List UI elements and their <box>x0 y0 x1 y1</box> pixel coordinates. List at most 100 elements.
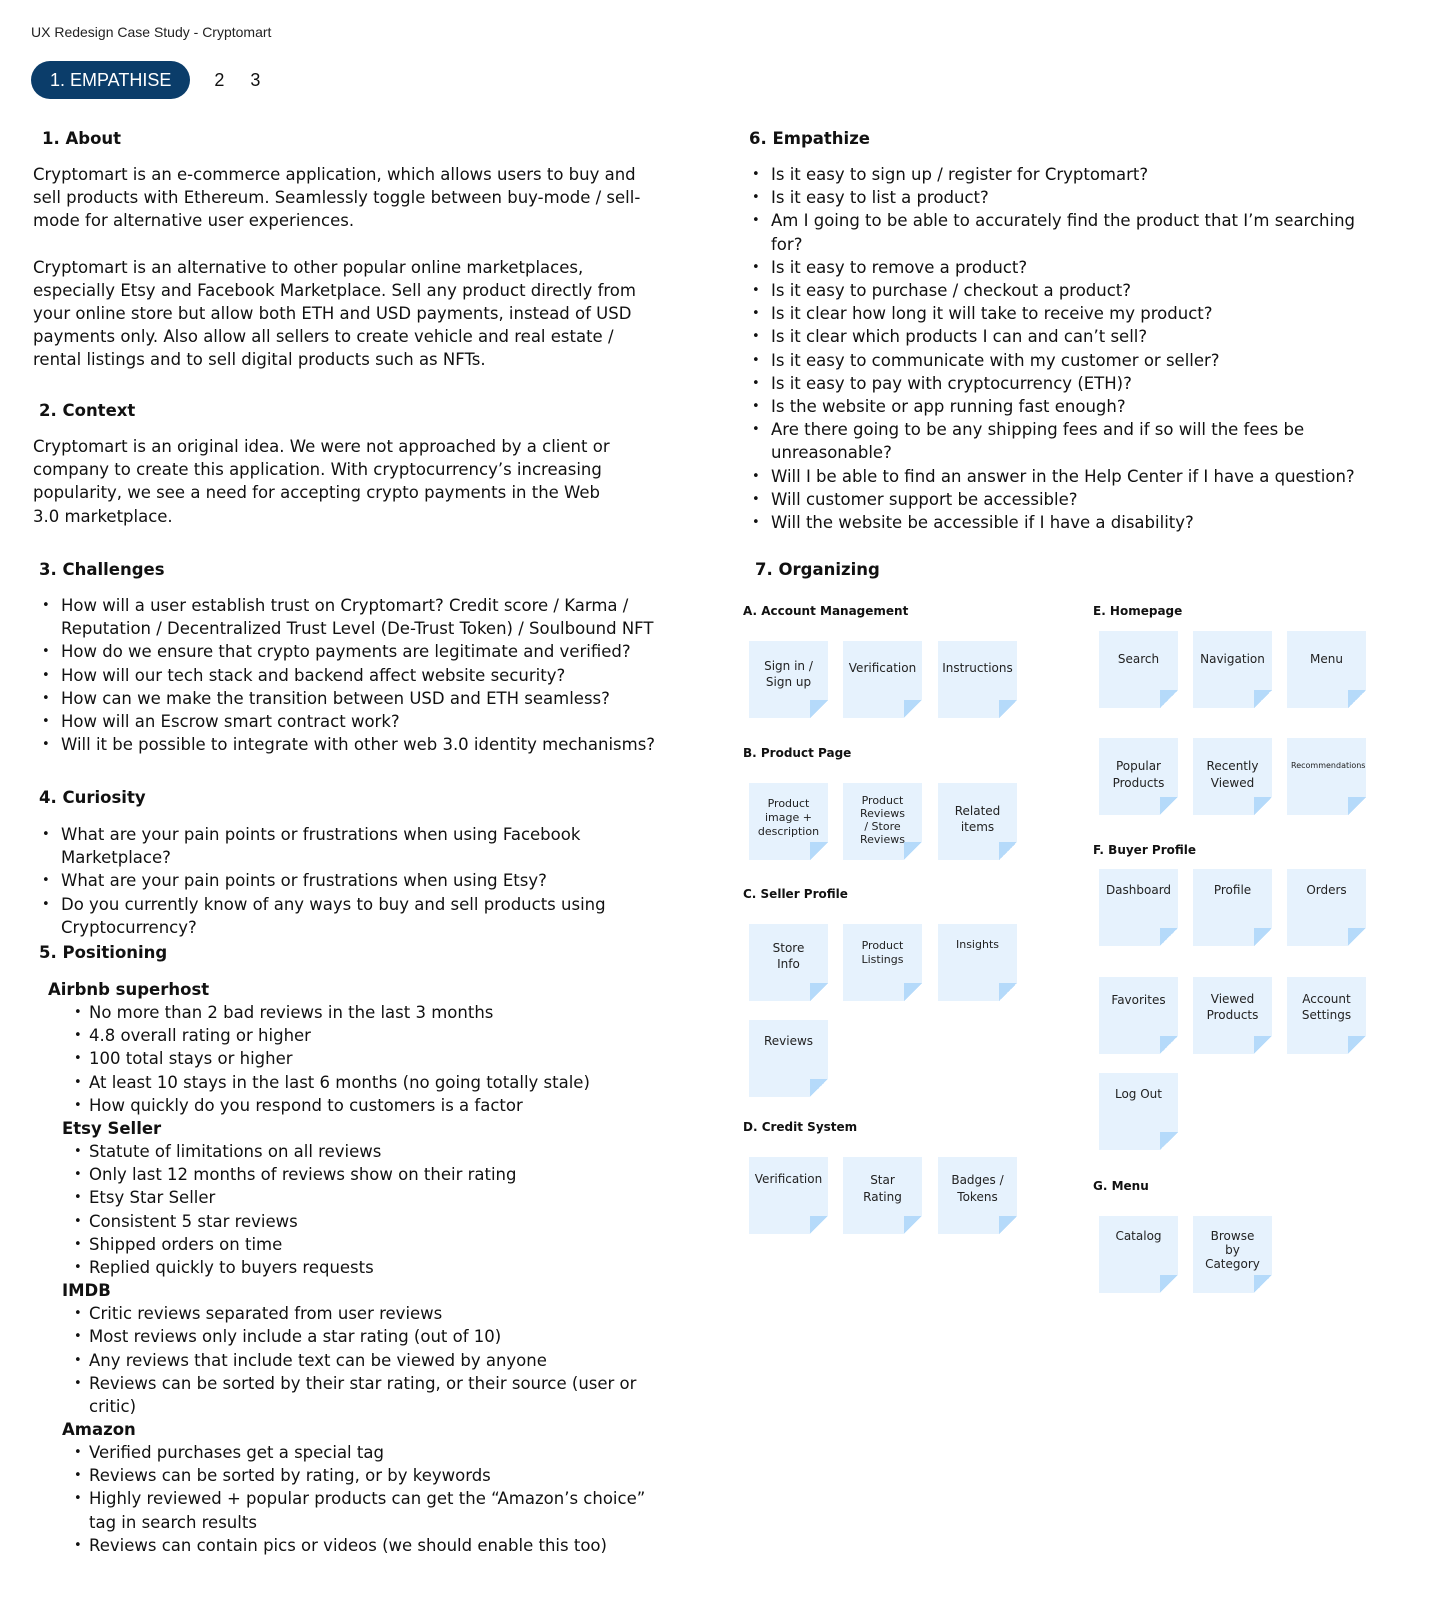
about-text: Cryptomart is an e-commerce application,… <box>33 163 653 372</box>
folded-corner-icon <box>1160 1275 1178 1293</box>
sticky-note-orders: Orders <box>1287 869 1366 946</box>
folded-corner-icon <box>1348 928 1366 946</box>
sticky-note-label: Insights <box>955 938 999 951</box>
sticky-note-store-info: Store Info <box>749 924 828 1001</box>
curiosity-list: What are your pain points or frustration… <box>41 823 661 939</box>
org-group-title-menu: G. Menu <box>1093 1179 1149 1193</box>
sticky-note-product-listings: Product Listings <box>843 924 922 1001</box>
tab-2[interactable]: 2 <box>214 70 224 91</box>
folded-corner-icon <box>904 983 922 1001</box>
sticky-note-navigation: Navigation <box>1193 631 1272 708</box>
sticky-note-related-items: Related items <box>938 783 1017 860</box>
sticky-note-search: Search <box>1099 631 1178 708</box>
sticky-note-label: Recommendations <box>1291 761 1366 770</box>
list-item: Is it easy to pay with cryptocurrency (E… <box>751 372 1371 395</box>
list-item: Shipped orders on time <box>74 1233 668 1256</box>
sticky-note-catalog: Catalog <box>1099 1216 1178 1293</box>
positioning-group-title: IMDB <box>62 1281 111 1301</box>
list-item: Reviews can be sorted by rating, or by k… <box>74 1464 668 1487</box>
sticky-note-log-out: Log Out <box>1099 1073 1178 1150</box>
sticky-note-recently-viewed: Recently Viewed <box>1193 738 1272 815</box>
folded-corner-icon <box>810 1079 828 1097</box>
sticky-note-label: Navigation <box>1200 652 1265 666</box>
list-item: Is it easy to remove a product? <box>751 256 1371 279</box>
positioning-content: Airbnb superhost No more than 2 bad revi… <box>48 978 668 1557</box>
sticky-note-reviews: Reviews <box>749 1020 828 1097</box>
positioning-list: Critic reviews separated from user revie… <box>74 1302 668 1418</box>
org-group-title-account-management: A. Account Management <box>743 604 909 618</box>
sticky-note-label: Product Reviews / Store Reviews <box>860 794 905 846</box>
sticky-note-star-rating: Star Rating <box>843 1157 922 1234</box>
list-item: Will I be able to find an answer in the … <box>751 465 1371 488</box>
list-item: Only last 12 months of reviews show on t… <box>74 1163 668 1186</box>
list-item: Is it easy to sign up / register for Cry… <box>751 163 1371 186</box>
context-text: Cryptomart is an original idea. We were … <box>33 435 613 528</box>
sticky-note-profile: Profile <box>1193 869 1272 946</box>
folded-corner-icon <box>1254 690 1272 708</box>
list-item: Are there going to be any shipping fees … <box>751 418 1371 464</box>
positioning-group-title: Amazon <box>62 1419 136 1439</box>
sticky-note-account-settings: Account Settings <box>1287 977 1366 1054</box>
folded-corner-icon <box>1160 928 1178 946</box>
list-item: Do you currently know of any ways to buy… <box>41 893 661 939</box>
list-item: Consistent 5 star reviews <box>74 1210 668 1233</box>
folded-corner-icon <box>1254 1275 1272 1293</box>
folded-corner-icon <box>999 983 1017 1001</box>
list-item: How can we make the transition between U… <box>41 687 661 710</box>
sticky-note-label: Verification <box>848 661 917 675</box>
org-group-title-seller-profile: C. Seller Profile <box>743 887 848 901</box>
organizing-heading: 7. Organizing <box>755 560 880 579</box>
folded-corner-icon <box>1160 690 1178 708</box>
list-item: Will it be possible to integrate with ot… <box>41 733 661 756</box>
sticky-note-instructions: Instructions <box>938 641 1017 718</box>
folded-corner-icon <box>810 700 828 718</box>
sticky-note-dashboard: Dashboard <box>1099 869 1178 946</box>
sticky-note-label: Viewed Products <box>1206 992 1259 1022</box>
positioning-heading: 5. Positioning <box>39 943 168 962</box>
list-item: Any reviews that include text can be vie… <box>74 1349 668 1372</box>
sticky-note-label: Recently Viewed <box>1206 759 1259 790</box>
list-item: Is it easy to purchase / checkout a prod… <box>751 279 1371 302</box>
context-heading: 2. Context <box>39 401 136 420</box>
list-item: How do we ensure that crypto payments ar… <box>41 640 661 663</box>
step-tabs: 1. EMPATHISE 2 3 <box>31 61 260 99</box>
list-item: Reviews can be sorted by their star rati… <box>74 1372 668 1418</box>
folded-corner-icon <box>810 842 828 860</box>
folded-corner-icon <box>999 1216 1017 1234</box>
list-item: Replied quickly to buyers requests <box>74 1256 668 1279</box>
tab-empathise[interactable]: 1. EMPATHISE <box>31 61 191 99</box>
sticky-note-favorites: Favorites <box>1099 977 1178 1054</box>
sticky-note-label: Sign in / Sign up <box>764 659 813 689</box>
sticky-note-label: Store Info <box>772 941 805 971</box>
about-heading: 1. About <box>42 129 122 148</box>
sticky-note-label: Star Rating <box>863 1173 902 1204</box>
folded-corner-icon <box>810 983 828 1001</box>
folded-corner-icon <box>1160 1132 1178 1150</box>
sticky-note-credit-verification: Verification <box>749 1157 828 1234</box>
folded-corner-icon <box>904 842 922 860</box>
list-item: Most reviews only include a star rating … <box>74 1325 668 1348</box>
sticky-note-label: Reviews <box>763 1034 814 1048</box>
list-item: Is it clear which products I can and can… <box>751 325 1371 348</box>
sticky-note-viewed-products: Viewed Products <box>1193 977 1272 1054</box>
sticky-note-menu: Menu <box>1287 631 1366 708</box>
positioning-group-title: Airbnb superhost <box>48 980 210 999</box>
positioning-group-title: Etsy Seller <box>62 1118 162 1138</box>
list-item: At least 10 stays in the last 6 months (… <box>74 1071 668 1094</box>
list-item: 100 total stays or higher <box>74 1047 668 1070</box>
context-paragraph: Cryptomart is an original idea. We were … <box>33 437 610 526</box>
folded-corner-icon <box>904 700 922 718</box>
list-item: Verified purchases get a special tag <box>74 1441 668 1464</box>
positioning-list: No more than 2 bad reviews in the last 3… <box>74 1001 668 1117</box>
list-item: How will our tech stack and backend affe… <box>41 664 661 687</box>
app-title: UX Redesign Case Study - Cryptomart <box>31 24 272 40</box>
list-item: Critic reviews separated from user revie… <box>74 1302 668 1325</box>
sticky-note-product-image: Product image + description <box>749 783 828 860</box>
folded-corner-icon <box>1254 1036 1272 1054</box>
list-item: Will the website be accessible if I have… <box>751 511 1371 534</box>
sticky-note-label: Product image + description <box>757 797 820 838</box>
list-item: Is it easy to list a product? <box>751 186 1371 209</box>
sticky-note-label: Catalog <box>1115 1229 1162 1243</box>
list-item: What are your pain points or frustration… <box>41 869 661 892</box>
tab-3[interactable]: 3 <box>250 70 260 91</box>
